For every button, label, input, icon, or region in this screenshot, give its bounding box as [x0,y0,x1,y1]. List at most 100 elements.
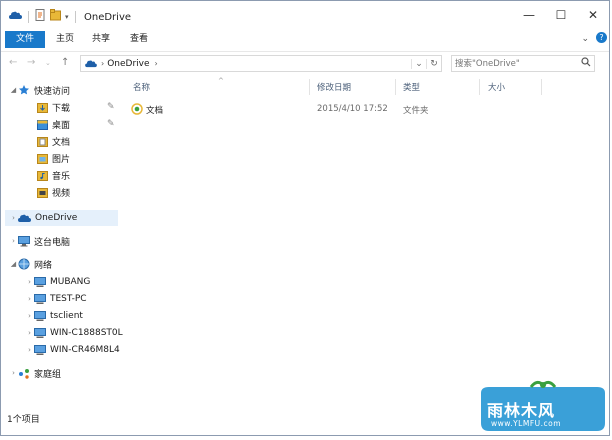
chevron-right-icon[interactable]: › [155,59,158,68]
column-divider[interactable] [479,79,480,95]
refresh-icon[interactable]: ↻ [426,58,441,69]
nav-label: 文档 [52,137,71,148]
up-arrow-icon[interactable]: ↑ [61,57,69,68]
nav-homegroup[interactable]: › 家庭组 [9,365,61,381]
nav-item-documents[interactable]: 文档 [37,133,70,149]
synced-folder-icon [131,103,143,118]
desktop-folder-icon [37,119,48,130]
ribbon-tabs: 文件 主页 共享 查看 ⌄ ? [1,31,609,49]
collapsed-chevron-icon[interactable]: › [9,214,18,222]
search-icon[interactable] [581,57,591,70]
nav-network-win-cr46[interactable]: › WIN-CR46M8L4 [25,342,120,358]
computer-icon [34,276,46,288]
nav-network-tsclient[interactable]: › tsclient [25,308,83,324]
chevron-right-icon[interactable]: › [101,59,104,68]
tab-home[interactable]: 主页 [49,31,81,48]
collapsed-chevron-icon[interactable]: › [9,369,18,377]
tab-view[interactable]: 查看 [123,31,155,48]
videos-folder-icon [37,187,48,198]
nav-label: 桌面 [52,120,71,131]
column-header-modified[interactable]: 修改日期 [317,81,351,95]
tab-file[interactable]: 文件 [5,31,45,48]
close-button[interactable]: ✕ [577,1,609,29]
maximize-button[interactable]: ☐ [545,1,577,29]
collapsed-chevron-icon[interactable]: › [25,346,34,354]
address-row: ← → ⌄ ↑ › OneDrive › ⌄ ↻ [1,51,609,76]
nav-label: 快速访问 [34,86,71,97]
minimize-button[interactable]: — [513,1,545,29]
recent-locations-icon[interactable]: ⌄ [45,59,51,67]
tab-share[interactable]: 共享 [85,31,117,48]
help-icon[interactable]: ? [596,32,607,43]
table-row[interactable]: 文档 2015/4/10 17:52 文件夹 [129,101,599,118]
onedrive-app-icon [9,10,22,23]
nav-label: TEST-PC [50,294,87,304]
nav-label: WIN-CR46M8L4 [50,345,120,355]
qat-customize-icon[interactable]: ▾ [65,13,69,21]
nav-network[interactable]: ◢ 网络 [9,256,52,272]
pin-icon[interactable]: ✎ [107,119,115,129]
collapsed-chevron-icon[interactable]: › [25,278,34,286]
nav-label: 家庭组 [34,369,62,380]
nav-network-win-c1888[interactable]: › WIN-C1888ST0L [25,325,123,341]
nav-label: 网络 [34,260,53,271]
column-divider[interactable] [541,79,542,95]
nav-network-test-pc[interactable]: › TEST-PC [25,291,87,307]
column-divider[interactable] [395,79,396,95]
computer-icon [34,327,46,339]
qat-separator [74,10,76,23]
search-input[interactable] [455,57,573,70]
expanded-chevron-icon[interactable]: ◢ [9,260,18,268]
network-icon [18,258,30,270]
nav-label: MUBANG [50,277,91,287]
collapsed-chevron-icon[interactable]: › [25,312,34,320]
status-item-count: 1个项目 [7,415,40,425]
search-box[interactable] [451,55,595,72]
collapsed-chevron-icon[interactable]: › [9,237,18,245]
nav-item-music[interactable]: 音乐 [37,167,70,183]
nav-label: tsclient [50,311,83,321]
collapsed-chevron-icon[interactable]: › [25,295,34,303]
ribbon-expand-icon[interactable]: ⌄ [581,34,589,44]
new-folder-icon[interactable] [50,9,61,24]
nav-label: 下载 [52,103,71,114]
pin-icon[interactable]: ✎ [107,102,115,112]
column-header-type[interactable]: 类型 [403,81,420,95]
star-icon [18,84,30,96]
address-bar-actions: ⌄ ↻ [411,56,441,71]
title-bar: ▾ OneDrive — ☐ ✕ [1,1,609,31]
computer-icon [34,344,46,356]
properties-icon[interactable] [35,9,46,24]
nav-onedrive[interactable]: › OneDrive [9,210,77,226]
nav-label: 这台电脑 [34,237,71,248]
nav-this-pc[interactable]: › 这台电脑 [9,233,70,249]
back-arrow-icon[interactable]: ← [9,57,17,68]
nav-item-videos[interactable]: 视频 [37,184,70,200]
nav-item-pictures[interactable]: 图片 [37,150,70,166]
column-header-size[interactable]: 大小 [488,81,505,95]
collapsed-chevron-icon[interactable]: › [25,329,34,337]
computer-icon [34,293,46,305]
nav-label: 音乐 [52,171,71,182]
explorer-window: ▾ OneDrive — ☐ ✕ 文件 主页 共享 查看 ⌄ ? ← → ⌄ ↑… [0,0,610,436]
computer-icon [18,235,30,247]
forward-arrow-icon[interactable]: → [27,57,35,68]
address-bar[interactable]: › OneDrive › ⌄ ↻ [80,55,442,72]
expanded-chevron-icon[interactable]: ◢ [9,86,18,94]
column-header-name[interactable]: 名称 [133,81,150,95]
address-history-icon[interactable]: ⌄ [411,58,426,69]
nav-label: 视频 [52,188,71,199]
onedrive-icon [85,59,97,68]
watermark-brand: 雨林木风 [487,401,556,420]
nav-label: WIN-C1888ST0L [50,328,123,338]
breadcrumb-onedrive[interactable]: OneDrive [107,59,149,69]
nav-label: OneDrive [35,213,78,223]
column-divider[interactable] [309,79,310,95]
nav-network-mubang[interactable]: › MUBANG [25,274,90,290]
file-modified: 2015/4/10 17:52 [317,104,388,114]
pictures-folder-icon [37,153,48,164]
nav-quick-access[interactable]: ◢ 快速访问 [9,82,70,98]
nav-item-downloads[interactable]: 下载 [37,99,70,115]
documents-folder-icon [37,136,48,147]
nav-item-desktop[interactable]: 桌面 [37,116,70,132]
